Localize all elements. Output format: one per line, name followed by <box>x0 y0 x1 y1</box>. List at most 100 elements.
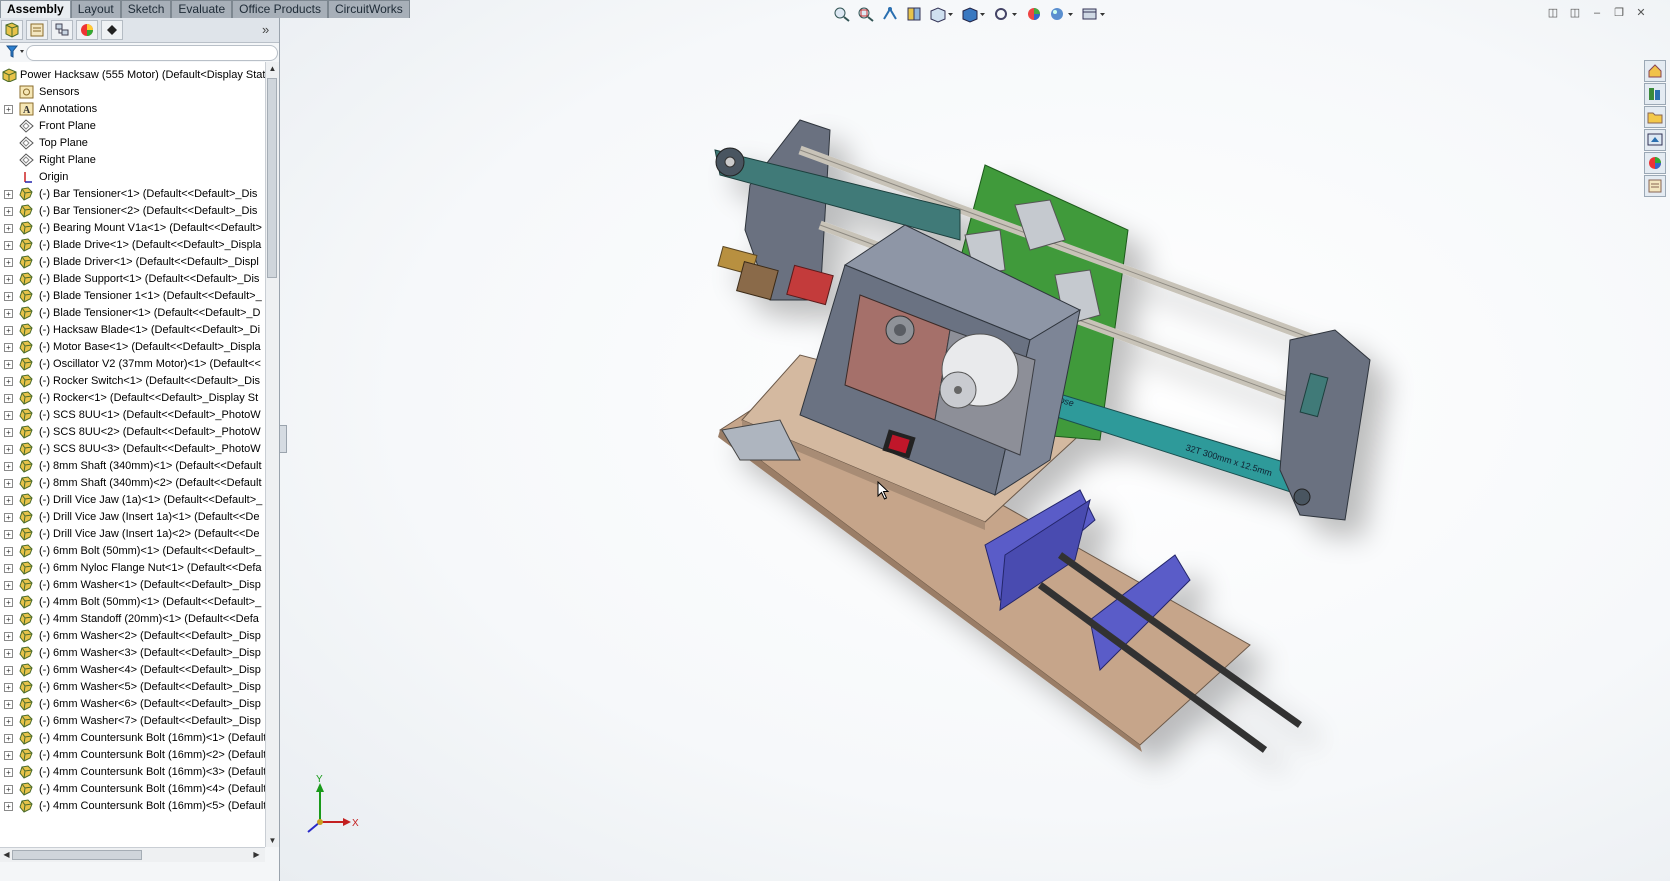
configuration-manager-tab-icon[interactable] <box>51 20 73 40</box>
property-manager-tab-icon[interactable] <box>26 20 48 40</box>
tree-item[interactable]: + (-) 6mm Washer<4> (Default<<Default>_Di… <box>0 661 265 679</box>
expand-icon[interactable]: + <box>4 258 13 267</box>
expand-icon[interactable]: + <box>4 343 13 352</box>
filter-icon[interactable] <box>5 45 26 62</box>
expand-icon[interactable]: + <box>4 734 13 743</box>
expand-icon[interactable]: + <box>4 105 13 114</box>
tab-circuitworks[interactable]: CircuitWorks <box>327 0 410 18</box>
apply-scene-icon[interactable] <box>1048 5 1076 23</box>
filter-input[interactable] <box>26 45 278 61</box>
scroll-up-icon[interactable]: ▲ <box>268 64 277 73</box>
tree-item[interactable]: + (-) Blade Support<1> (Default<<Default>… <box>0 270 265 288</box>
tree-item[interactable]: + (-) Drill Vice Jaw (Insert 1a)<2> (Defa… <box>0 525 265 543</box>
close-icon[interactable]: ✕ <box>1633 6 1649 20</box>
tab-sketch[interactable]: Sketch <box>120 0 172 18</box>
tree-item[interactable]: + (-) Oscillator V2 (37mm Motor)<1> (Defa… <box>0 355 265 373</box>
appearances-scenes-icon[interactable] <box>1644 152 1666 174</box>
tree-vertical-scrollbar[interactable]: ▲ ▼ <box>265 62 279 847</box>
tree-item[interactable]: + (-) 6mm Washer<7> (Default<<Default>_Di… <box>0 712 265 730</box>
tab-evaluate[interactable]: Evaluate <box>171 0 233 18</box>
expand-icon[interactable]: + <box>4 394 13 403</box>
tree-item[interactable]: + (-) 4mm Countersunk Bolt (16mm)<5> (Def… <box>0 797 265 815</box>
section-view-icon[interactable] <box>904 5 924 23</box>
dimxpert-tab-icon[interactable] <box>101 20 123 40</box>
tree-horizontal-scrollbar[interactable]: ◀ ▶ <box>0 847 265 862</box>
tree-item[interactable]: + (-) Bar Tensioner<1> (Default<<Default>… <box>0 185 265 203</box>
expand-icon[interactable]: + <box>4 513 13 522</box>
expand-icon[interactable]: + <box>4 445 13 454</box>
tree-item[interactable]: + (-) SCS 8UU<3> (Default<<Default>_Photo… <box>0 440 265 458</box>
view-palette-icon[interactable] <box>1644 129 1666 151</box>
tile-vertical-icon[interactable]: ◫ <box>1567 6 1583 20</box>
tree-item[interactable]: + (-) 6mm Washer<2> (Default<<Default>_Di… <box>0 627 265 645</box>
expand-icon[interactable]: + <box>4 377 13 386</box>
expand-icon[interactable]: + <box>4 802 13 811</box>
expand-icon[interactable]: + <box>4 751 13 760</box>
view-settings-icon[interactable] <box>1080 5 1108 23</box>
tree-item[interactable]: + (-) Drill Vice Jaw (1a)<1> (Default<<De… <box>0 491 265 509</box>
expand-icon[interactable]: + <box>4 581 13 590</box>
custom-properties-icon[interactable] <box>1644 175 1666 197</box>
expand-icon[interactable]: + <box>4 496 13 505</box>
expand-icon[interactable]: + <box>4 360 13 369</box>
tree-item[interactable]: + (-) 4mm Standoff (20mm)<1> (Default<<De… <box>0 610 265 628</box>
display-style-icon[interactable] <box>960 5 988 23</box>
view-orientation-icon[interactable] <box>928 5 956 23</box>
tree-item[interactable]: + (-) SCS 8UU<2> (Default<<Default>_Photo… <box>0 423 265 441</box>
tree-item[interactable]: + (-) 4mm Countersunk Bolt (16mm)<1> (Def… <box>0 729 265 747</box>
tab-assembly[interactable]: Assembly <box>0 0 71 18</box>
tree-item[interactable]: + (-) SCS 8UU<1> (Default<<Default>_Photo… <box>0 406 265 424</box>
expand-panel-icon[interactable]: » <box>262 22 269 37</box>
tree-item[interactable]: + (-) 6mm Nyloc Flange Nut<1> (Default<<D… <box>0 559 265 577</box>
tree-root-item[interactable]: Power Hacksaw (555 Motor) (Default<Displ… <box>0 66 265 84</box>
expand-icon[interactable]: + <box>4 309 13 318</box>
expand-icon[interactable]: + <box>4 530 13 539</box>
scroll-left-icon[interactable]: ◀ <box>2 850 11 859</box>
expand-icon[interactable]: + <box>4 428 13 437</box>
expand-icon[interactable]: + <box>4 241 13 250</box>
tree-item[interactable]: + (-) 8mm Shaft (340mm)<1> (Default<<Defa… <box>0 457 265 475</box>
tree-item[interactable]: + (-) 4mm Countersunk Bolt (16mm)<3> (Def… <box>0 763 265 781</box>
tree-item[interactable]: + A Annotations <box>0 100 265 118</box>
expand-icon[interactable]: + <box>4 207 13 216</box>
expand-icon[interactable]: + <box>4 717 13 726</box>
tree-item[interactable]: + (-) 4mm Countersunk Bolt (16mm)<2> (Def… <box>0 746 265 764</box>
expand-icon[interactable]: + <box>4 479 13 488</box>
expand-icon[interactable]: + <box>4 785 13 794</box>
tree-item[interactable]: + (-) 8mm Shaft (340mm)<2> (Default<<Defa… <box>0 474 265 492</box>
minimize-icon[interactable]: – <box>1589 6 1605 20</box>
hscroll-thumb[interactable] <box>12 850 142 860</box>
edit-appearance-icon[interactable] <box>1024 5 1044 23</box>
tree-item[interactable]: + (-) Blade Drive<1> (Default<<Default>_D… <box>0 236 265 254</box>
expand-icon[interactable]: + <box>4 683 13 692</box>
expand-icon[interactable]: + <box>4 292 13 301</box>
tab-office-products[interactable]: Office Products <box>232 0 328 18</box>
tree-item[interactable]: + (-) Blade Tensioner<1> (Default<<Defaul… <box>0 304 265 322</box>
tree-item[interactable]: + (-) 4mm Bolt (50mm)<1> (Default<<Defaul… <box>0 593 265 611</box>
tile-horizontal-icon[interactable]: ◫ <box>1545 6 1561 20</box>
expand-icon[interactable]: + <box>4 462 13 471</box>
expand-icon[interactable]: + <box>4 275 13 284</box>
zoom-to-area-icon[interactable] <box>856 5 876 23</box>
tree-item[interactable]: + (-) Blade Tensioner 1<1> (Default<<Defa… <box>0 287 265 305</box>
tree-item[interactable]: + (-) 4mm Countersunk Bolt (16mm)<4> (Def… <box>0 780 265 798</box>
zoom-to-fit-icon[interactable] <box>832 5 852 23</box>
restore-icon[interactable]: ❐ <box>1611 6 1627 20</box>
tree-item[interactable]: Front Plane <box>0 117 265 135</box>
scroll-down-icon[interactable]: ▼ <box>268 836 277 845</box>
expand-icon[interactable]: + <box>4 700 13 709</box>
previous-view-icon[interactable] <box>880 5 900 23</box>
tree-item[interactable]: + (-) Rocker Switch<1> (Default<<Default>… <box>0 372 265 390</box>
expand-icon[interactable]: + <box>4 326 13 335</box>
expand-icon[interactable]: + <box>4 564 13 573</box>
panel-collapse-handle[interactable] <box>279 425 287 453</box>
tree-item[interactable]: Origin <box>0 168 265 186</box>
expand-icon[interactable]: + <box>4 598 13 607</box>
hide-show-items-icon[interactable] <box>992 5 1020 23</box>
tree-item[interactable]: + (-) Drill Vice Jaw (Insert 1a)<1> (Defa… <box>0 508 265 526</box>
feature-manager-tab-icon[interactable] <box>1 20 23 40</box>
tree-item[interactable]: + (-) Motor Base<1> (Default<<Default>_Di… <box>0 338 265 356</box>
tree-item[interactable]: + (-) 6mm Washer<1> (Default<<Default>_Di… <box>0 576 265 594</box>
display-manager-tab-icon[interactable] <box>76 20 98 40</box>
design-library-icon[interactable] <box>1644 83 1666 105</box>
